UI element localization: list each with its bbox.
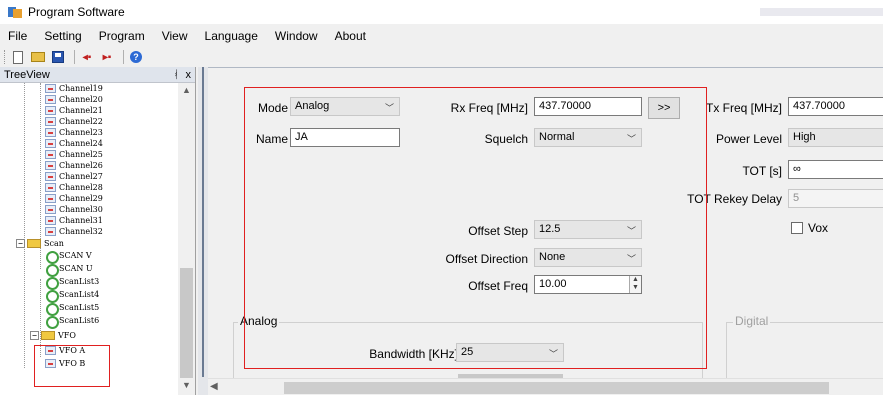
scan-list-icon [45,302,59,316]
tree-item-scan-folder[interactable]: − Scan [16,238,64,249]
tot-field[interactable]: ∞ [788,160,883,179]
open-folder-icon [31,52,45,62]
tree-item-channel[interactable]: Channel19 [45,83,103,94]
pin-icon[interactable]: ᚮ [173,69,180,81]
tree-item-channel[interactable]: Channel24 [45,138,103,149]
digital-group-title: Digital [733,314,771,328]
menu-view[interactable]: View [162,29,188,43]
scroll-down-icon[interactable]: ▼ [182,380,191,390]
menu-file[interactable]: File [8,29,27,43]
tree-item-scan[interactable]: ScanList4 [45,289,99,303]
channel-icon [45,139,56,148]
channel-icon [45,205,56,214]
collapse-icon[interactable]: − [16,239,25,248]
tree-item-scan[interactable]: ScanList5 [45,302,99,316]
help-button[interactable]: ? [128,49,144,65]
scan-list-icon [45,315,59,329]
tree-item-scan[interactable]: SCAN U [45,263,93,277]
tree-item-channel[interactable]: Channel26 [45,160,103,171]
title-bar: Program Software [0,0,883,24]
channel-editor-panel: Mode Analog ﹀ Name JA Rx Freq [MHz] 437.7… [208,67,883,395]
menu-setting[interactable]: Setting [44,29,81,43]
menu-program[interactable]: Program [99,29,145,43]
tree-item-vfo-folder[interactable]: − VFO [30,330,76,341]
scrollbar-thumb[interactable] [284,382,829,394]
tree-scrollbar[interactable]: ▲ ▼ [178,83,195,395]
tot-rekey-delay-field: 5 [788,189,883,208]
scan-list-icon [45,276,59,290]
digital-group [726,322,883,382]
app-icon [8,5,22,19]
title-bar-band [760,8,883,16]
treeview-title: TreeView [4,68,50,81]
treeview-header: TreeView ᚮ x [0,67,195,83]
horizontal-scrollbar[interactable]: ◀ [208,378,883,395]
window-title: Program Software [28,5,125,19]
tree-item-channel[interactable]: Channel21 [45,105,103,116]
menu-bar: File Setting Program View Language Windo… [0,26,883,46]
highlight-box [244,87,707,369]
scroll-left-icon[interactable]: ◀ [210,381,218,392]
toolbar-grip[interactable] [4,50,6,64]
tree-item-channel[interactable]: Channel20 [45,94,103,105]
close-icon[interactable]: x [186,69,192,81]
panel-splitter[interactable] [198,67,208,395]
scan-list-icon [45,250,59,264]
tree-item-channel[interactable]: Channel27 [45,171,103,182]
tree-item-channel[interactable]: Channel28 [45,182,103,193]
tree-item-channel[interactable]: Channel25 [45,149,103,160]
tree-item-scan[interactable]: ScanList6 [45,315,99,329]
power-level-select[interactable]: High [788,128,883,147]
highlight-box [34,345,110,387]
menu-window[interactable]: Window [275,29,318,43]
scan-list-icon [45,289,59,303]
toolbar-separator [74,50,75,64]
toolbar-separator [123,50,124,64]
save-icon [52,51,64,63]
help-icon: ? [130,51,142,63]
channel-icon [45,194,56,203]
vox-label: Vox [808,221,829,235]
channel-icon [45,84,56,93]
tx-freq-field[interactable]: 437.70000 [788,97,883,116]
channel-icon [45,150,56,159]
tree-item-channel[interactable]: Channel32 [45,226,103,237]
scrollbar-thumb[interactable] [180,268,193,378]
menu-language[interactable]: Language [205,29,258,43]
tree-item-scan[interactable]: SCAN V [45,250,92,264]
tree-item-channel[interactable]: Channel23 [45,127,103,138]
read-radio-button[interactable]: ◂▪ [79,49,95,65]
channel-icon [45,117,56,126]
new-file-button[interactable] [10,49,26,65]
write-radio-button[interactable]: ▸▪ [99,49,115,65]
write-radio-icon: ▸▪ [102,51,112,63]
vox-checkbox[interactable] [791,222,803,234]
channel-icon [45,227,56,236]
tree-item-channel[interactable]: Channel31 [45,215,103,226]
channel-icon [45,183,56,192]
channel-icon [45,161,56,170]
channel-icon [45,106,56,115]
collapse-icon[interactable]: − [30,331,39,340]
tree-item-scan[interactable]: ScanList3 [45,276,99,290]
scan-list-icon [45,263,59,277]
scroll-up-icon[interactable]: ▲ [182,85,191,95]
tree-item-channel[interactable]: Channel22 [45,116,103,127]
new-file-icon [13,50,23,64]
channel-icon [45,216,56,225]
folder-icon [41,331,55,340]
channel-icon [45,172,56,181]
open-button[interactable] [30,49,46,65]
menu-about[interactable]: About [335,29,366,43]
folder-icon [27,239,41,248]
channel-icon [45,128,56,137]
tree-item-channel[interactable]: Channel29 [45,193,103,204]
channel-icon [45,95,56,104]
toolbar: ◂▪ ▸▪ ? [0,47,883,67]
tree-item-channel[interactable]: Channel30 [45,204,103,215]
save-button[interactable] [50,49,66,65]
read-radio-icon: ◂▪ [82,51,92,63]
